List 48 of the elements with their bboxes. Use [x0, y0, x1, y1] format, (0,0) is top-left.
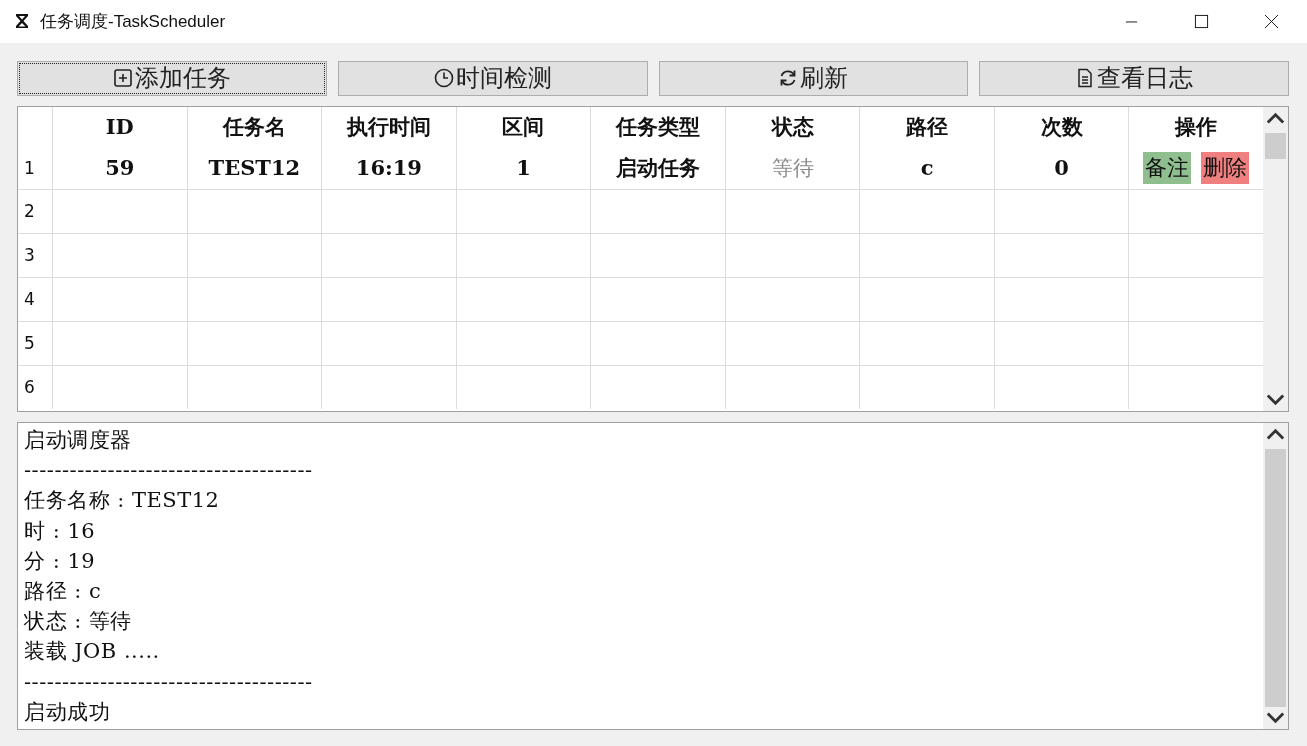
column-header: 次数: [993, 106, 1129, 147]
table-cell: 59: [52, 146, 187, 189]
column-header: 任务类型: [590, 106, 725, 147]
scrollbar-thumb[interactable]: [1265, 132, 1286, 159]
scrollbar[interactable]: [1263, 106, 1288, 411]
log-line: --------------------------------------: [24, 668, 314, 696]
scrollbar[interactable]: [1263, 422, 1288, 729]
log-line: 启动调度器: [24, 426, 133, 454]
table-cell: 1: [455, 146, 591, 189]
column-header: ID: [52, 106, 187, 147]
table-cell: 16:19: [321, 146, 456, 189]
column-header: 状态: [724, 106, 860, 147]
log-line: 启动成功: [24, 698, 111, 726]
row-number: 6: [24, 377, 35, 398]
log-line: 路径 : c: [24, 578, 103, 605]
table-cell: 等待: [724, 146, 860, 189]
clock-icon: [433, 68, 454, 89]
column-header: 执行时间: [321, 106, 456, 147]
table-cell: c: [859, 146, 994, 189]
log-line: 时 : 16: [24, 517, 97, 545]
note-button[interactable]: 备注: [1143, 151, 1192, 184]
log-line: 装载 JOB .....: [24, 638, 161, 666]
row-number: 1: [24, 157, 35, 178]
log-line: 任务名称 : TEST12: [24, 487, 221, 515]
column-header: 区间: [455, 106, 591, 147]
hourglass-icon: [14, 13, 30, 30]
table-cell: 启动任务: [590, 146, 725, 189]
plus-square-icon: [112, 68, 133, 89]
table-cell: TEST12: [186, 146, 322, 189]
log-line: --------------------------------------: [24, 457, 314, 485]
window-title: 任务调度-TaskScheduler: [40, 11, 226, 33]
row-number: 4: [24, 289, 35, 310]
close-icon[interactable]: [1264, 14, 1279, 29]
row-number: 3: [24, 245, 35, 266]
scrollbar-thumb[interactable]: [1265, 448, 1286, 707]
delete-button[interactable]: 删除: [1201, 151, 1250, 184]
row-number: 2: [24, 201, 35, 222]
table-cell: 0: [993, 146, 1129, 189]
toolbar-button[interactable]: 查看日志: [979, 60, 1289, 96]
toolbar-button[interactable]: 时间检测: [337, 60, 648, 96]
row-number: 5: [24, 333, 35, 354]
maximize-icon[interactable]: [1194, 14, 1209, 29]
log-line: 状态 : 等待: [24, 608, 133, 636]
toolbar-button[interactable]: 添加任务: [17, 60, 327, 96]
column-header: 任务名: [186, 106, 322, 147]
log-line: 分 : 19: [24, 547, 97, 575]
column-header: 路径: [859, 106, 994, 147]
toolbar-button[interactable]: 刷新: [658, 60, 969, 96]
